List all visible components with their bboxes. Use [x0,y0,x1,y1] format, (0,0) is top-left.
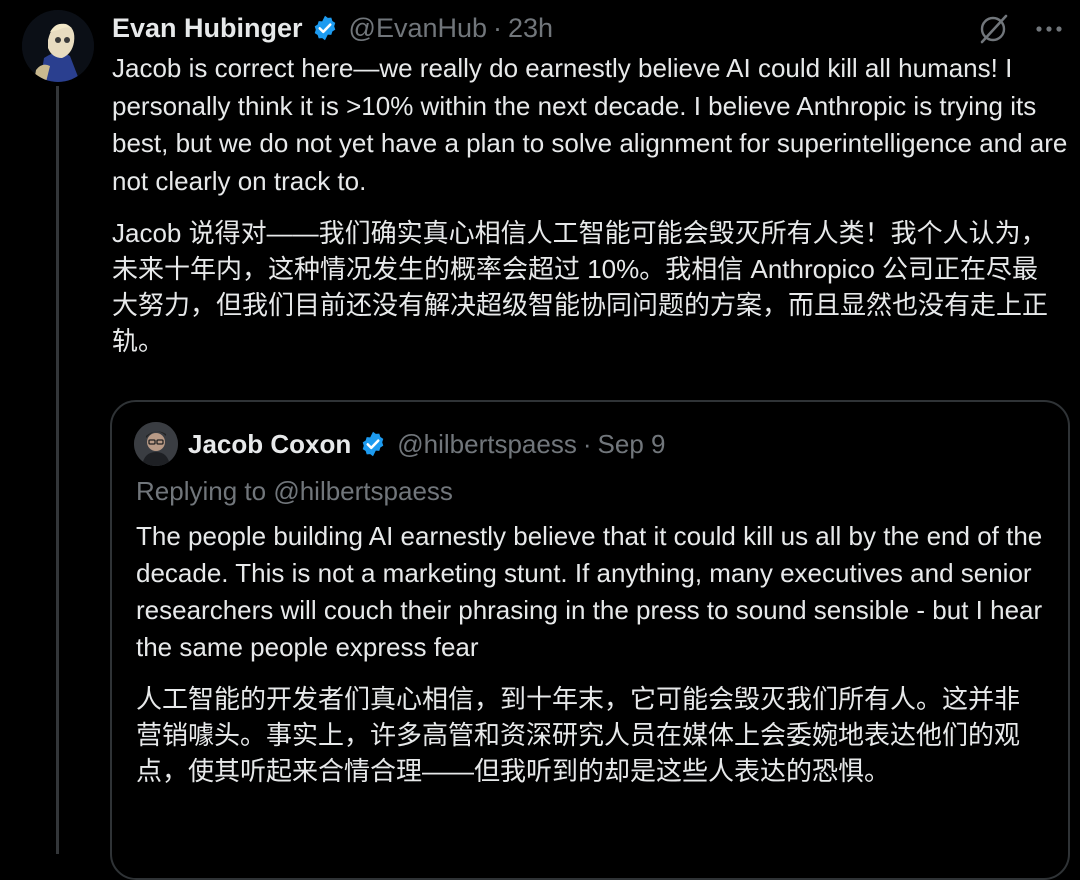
separator-dot: · [582,428,592,459]
replying-prefix: Replying to [136,476,267,506]
more-options-icon[interactable] [1032,12,1066,46]
tweet-header: Evan Hubinger @EvanHub · 23h [112,10,553,46]
tweet-timestamp[interactable]: 23h [508,13,553,44]
thread-line [56,86,59,854]
quoted-tweet-text-english: The people building AI earnestly believe… [136,521,1043,662]
avatar[interactable] [22,10,94,82]
quoted-tweet-header: Jacob Coxon @hilbertspaess · Sep 9 [134,422,665,466]
quoted-tweet-card[interactable]: Jacob Coxon @hilbertspaess · Sep 9 Reply… [110,400,1070,880]
quoted-tweet-text-chinese: 人工智能的开发者们真心相信，到十年末，它可能会毁灭我们所有人。这并非营销噱头。事… [136,684,1021,786]
quoted-avatar[interactable] [134,422,178,466]
grok-icon[interactable] [976,12,1010,46]
tweet-text-chinese: Jacob 说得对——我们确实真心相信人工智能可能会毁灭所有人类！我个人认为，未… [112,218,1049,356]
quoted-tweet-timestamp[interactable]: Sep 9 [598,429,666,460]
author-handle[interactable]: @EvanHub [349,13,487,44]
tweet-text-english: Jacob is correct here—we really do earne… [112,53,1068,196]
verified-badge-icon [311,14,339,42]
quoted-author-handle[interactable]: @hilbertspaess [397,429,577,460]
avatar-image [22,10,94,82]
quoted-avatar-image [134,422,178,466]
replying-handle-link[interactable]: @hilbertspaess [273,476,453,506]
author-name[interactable]: Evan Hubinger [112,13,303,44]
replying-to: Replying to @hilbertspaess [136,476,453,507]
separator-dot: · [493,12,503,43]
verified-badge-icon [359,430,387,458]
quoted-author-name[interactable]: Jacob Coxon [188,429,351,460]
tweet-actions [976,12,1066,46]
